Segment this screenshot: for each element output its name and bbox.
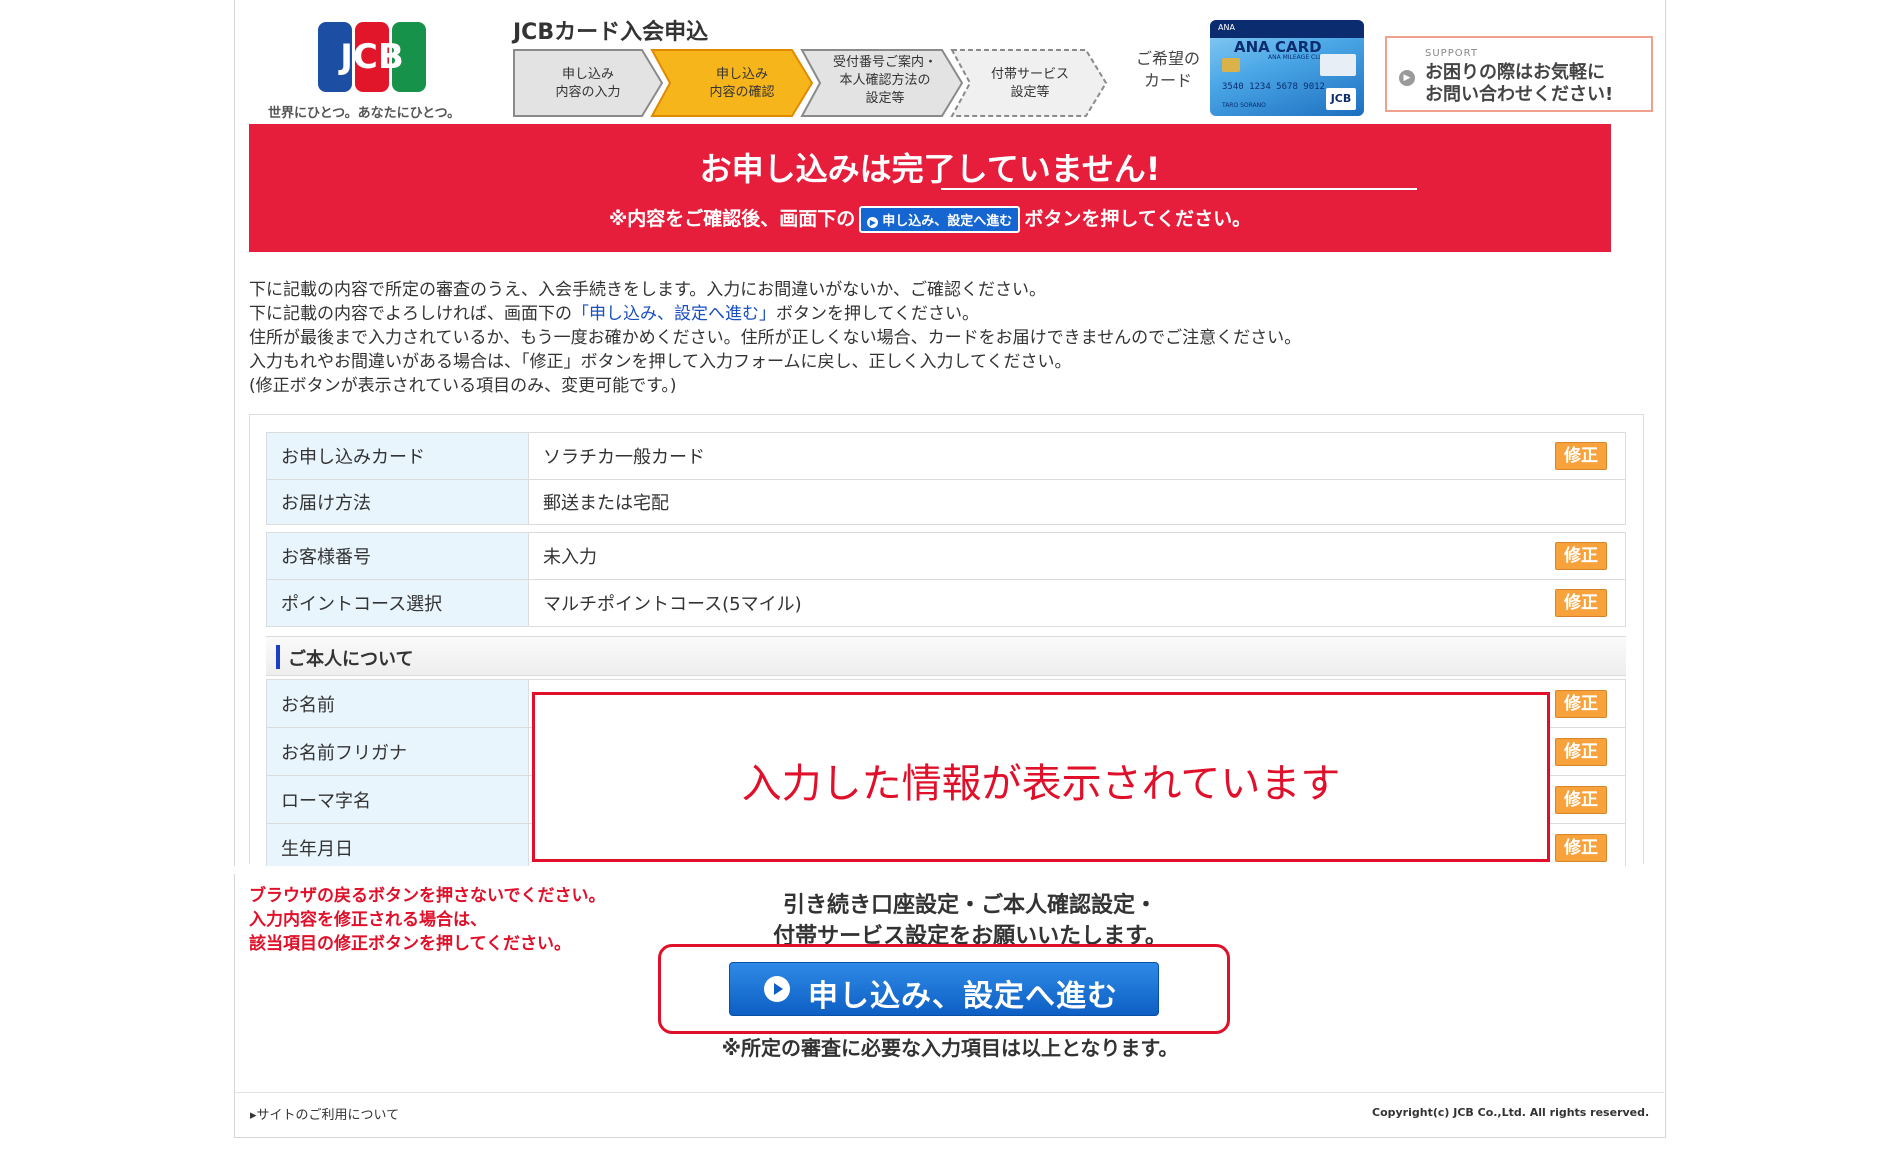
proceed-line1: 引き続き口座設定・ご本人確認設定・	[782, 893, 1157, 918]
warn-line3: 該当項目の修正ボタンを押してください。	[249, 934, 571, 954]
table-row: お申し込みカード ソラチカ一般カード 修正	[266, 432, 1626, 480]
progress-steps: 申し込み 内容の入力 申し込み 内容の確認 受付番号ご案内・ 本人確認方法の 設…	[512, 48, 1108, 118]
step-4-line2: 設定等	[1010, 84, 1049, 100]
step-1-shape	[513, 49, 664, 117]
step-4-shape	[950, 49, 1108, 117]
footer-divider	[234, 1092, 1664, 1093]
alert-underline	[941, 188, 1417, 190]
fix-button-point-course[interactable]: 修正	[1555, 589, 1607, 617]
overlay-text: 入力した情報が表示されています	[741, 761, 1341, 807]
intro-line2-after: ボタンを押してください。	[776, 304, 979, 324]
intro-proceed-link: 「申し込み、設定へ進む」	[572, 304, 776, 324]
step-3-line1: 受付番号ご案内・	[833, 54, 937, 70]
intro-line2-before: 下に記載の内容でよろしければ、画面下の	[249, 304, 572, 324]
back-warning: ブラウザの戻るボタンを押さないでください。 入力内容を修正される場合は、 該当項…	[249, 884, 606, 956]
warn-line1: ブラウザの戻るボタンを押さないでください。	[249, 886, 606, 906]
card-holder-name: TARO SORANO	[1222, 102, 1266, 109]
support-line1: お困りの際はお気軽に	[1425, 62, 1605, 83]
alert-note: ※内容をご確認後、画面下の ▶ 申し込み、設定へ進む ボタンを押してください。	[249, 204, 1611, 233]
card-subtitle: ANA MILEAGE CLUB	[1268, 54, 1327, 61]
alert-title: お申し込みは完了していません!	[699, 150, 1161, 188]
row-value: 郵送または宅配	[543, 493, 669, 514]
wish-label-line2: カード	[1143, 71, 1192, 90]
row-label: お届け方法	[267, 480, 529, 524]
logo-text: JCB	[338, 37, 404, 77]
fix-button-romaji[interactable]: 修正	[1555, 786, 1607, 814]
row-label: お名前フリガナ	[267, 728, 529, 775]
card-chip-icon	[1222, 58, 1240, 72]
alert-note-before: ※内容をご確認後、画面下の	[608, 208, 856, 230]
row-label: ローマ字名	[267, 776, 529, 823]
fix-button-birthdate[interactable]: 修正	[1555, 834, 1607, 862]
section-title: ご本人について	[288, 649, 414, 670]
step-2-line2: 内容の確認	[709, 84, 774, 100]
row-label: お申し込みカード	[267, 433, 529, 479]
step-4-line1: 付帯サービス	[991, 67, 1069, 82]
fix-button-furigana[interactable]: 修正	[1555, 738, 1607, 766]
intro-line3: 住所が最後まで入力されているか、もう一度お確かめください。住所が正しくない場合、…	[249, 328, 1302, 348]
proceed-message: 引き続き口座設定・ご本人確認設定・ 付帯サービス設定をお願いいたします。	[700, 890, 1240, 952]
step-2-line1: 申し込み	[716, 67, 768, 82]
step-3-line2: 本人確認方法の	[839, 72, 930, 88]
table-row: お客様番号 未入力 修正	[266, 532, 1626, 580]
intro-line2: 下に記載の内容でよろしければ、画面下の「申し込み、設定へ進む」ボタンを押してくだ…	[249, 302, 1609, 326]
play-icon: ▶	[867, 217, 879, 228]
info-overlay: 入力した情報が表示されています	[532, 692, 1550, 862]
fix-button-card[interactable]: 修正	[1555, 442, 1607, 470]
row-value: 未入力	[543, 547, 597, 568]
logo-tagline: 世界にひとつ。あなたにひとつ。	[268, 106, 461, 121]
incomplete-alert: お申し込みは完了していません! ※内容をご確認後、画面下の ▶ 申し込み、設定へ進む…	[249, 124, 1611, 252]
card-number: 3540 1234 5678 9012	[1222, 82, 1325, 92]
table-row: お届け方法 郵送または宅配	[266, 479, 1626, 525]
wish-card-label: ご希望の カード	[1128, 48, 1208, 92]
table-cutoff	[234, 866, 1664, 874]
row-label: お客様番号	[267, 533, 529, 579]
alert-inline-button-label: 申し込み、設定へ進む	[882, 214, 1013, 229]
footer-site-terms-link[interactable]: ▸サイトのご利用について	[250, 1104, 399, 1123]
footer-link-label: サイトのご利用について	[256, 1108, 400, 1123]
copyright: Copyright(c) JCB Co.,Ltd. All rights res…	[1372, 1106, 1650, 1119]
table-row: ポイントコース選択 マルチポイントコース(5マイル) 修正	[266, 579, 1626, 627]
card-image: ANA ANA CARD ANA MILEAGE CLUB 3540 1234 …	[1210, 20, 1364, 116]
section-header-personal: ご本人について	[266, 636, 1626, 676]
jcb-logo[interactable]: JCB	[318, 22, 426, 92]
alert-note-after: ボタンを押してください。	[1024, 208, 1252, 230]
support-text: お困りの際はお気軽に お問い合わせください!	[1425, 62, 1613, 106]
row-value: マルチポイントコース(5マイル)	[543, 594, 802, 615]
step-1-line1: 申し込み	[562, 67, 614, 82]
card-plate	[1320, 54, 1356, 76]
card-top-band: ANA	[1210, 20, 1364, 38]
support-line2: お問い合わせください!	[1425, 84, 1614, 105]
support-banner[interactable]: ▶ SUPPORT お困りの際はお気軽に お問い合わせください!	[1385, 36, 1653, 112]
card-ana-mark: ANA	[1218, 23, 1235, 32]
intro-line1: 下に記載の内容で所定の審査のうえ、入会手続きをします。入力にお間違いがないか、ご…	[249, 280, 1046, 300]
final-note: ※所定の審査に必要な入力項目は以上となります。	[721, 1036, 1179, 1060]
intro-text: 下に記載の内容で所定の審査のうえ、入会手続きをします。入力にお間違いがないか、ご…	[249, 278, 1609, 398]
step-2-shape	[650, 49, 814, 117]
intro-line5: (修正ボタンが表示されている項目のみ、変更可能です。)	[249, 376, 677, 396]
row-value: ソラチカ一般カード	[543, 447, 705, 468]
card-jcb-logo-icon: JCB	[1326, 88, 1356, 110]
fix-button-customer-number[interactable]: 修正	[1555, 542, 1607, 570]
section-bar	[276, 645, 280, 669]
wish-label-line1: ご希望の	[1135, 49, 1200, 68]
play-circle-icon: ▶	[1399, 70, 1415, 86]
alert-inline-button: ▶ 申し込み、設定へ進む	[859, 206, 1021, 233]
row-label: 生年月日	[267, 824, 529, 871]
row-label: お名前	[267, 680, 529, 727]
proceed-highlight	[658, 944, 1230, 1034]
step-1-line2: 内容の入力	[555, 84, 620, 100]
page-title: JCBカード入会申込	[513, 20, 709, 45]
warn-line2: 入力内容を修正される場合は、	[249, 910, 487, 930]
row-label: ポイントコース選択	[267, 580, 529, 626]
intro-line4: 入力もれやお間違いがある場合は、「修正」ボタンを押して入力フォームに戻し、正しく…	[249, 352, 1072, 372]
step-3-line3: 設定等	[865, 90, 904, 106]
support-label: SUPPORT	[1425, 48, 1478, 59]
fix-button-name[interactable]: 修正	[1555, 690, 1607, 718]
